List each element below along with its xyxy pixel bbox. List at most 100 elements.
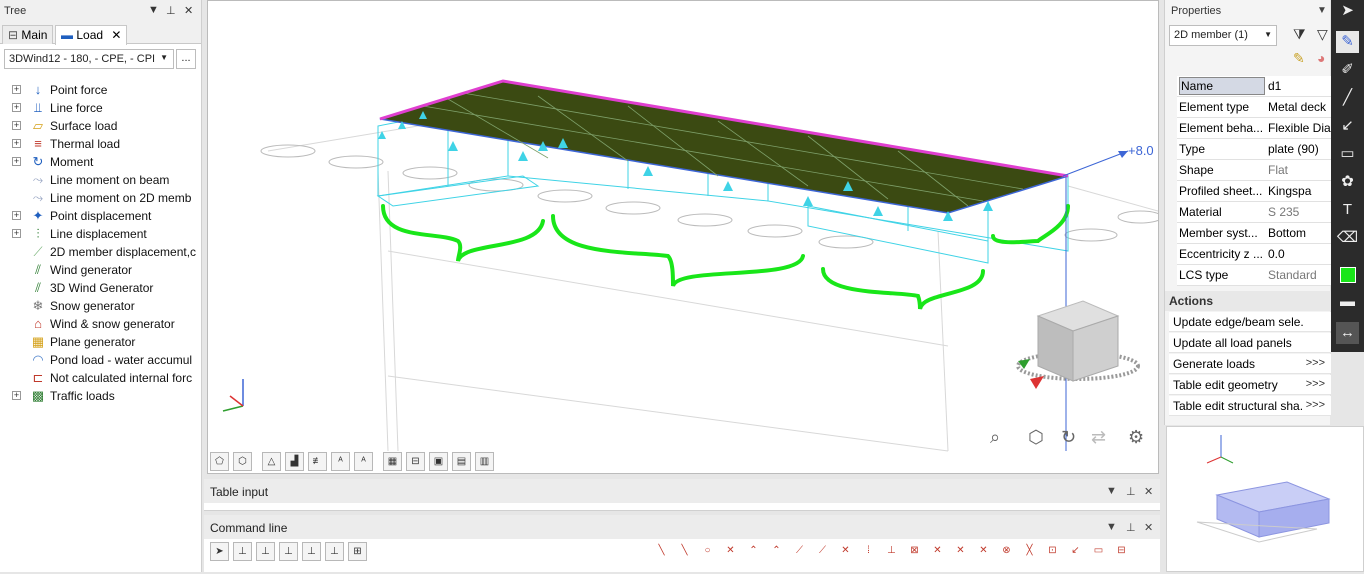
text-icon[interactable]: T (1336, 199, 1359, 221)
command-tool-icon[interactable]: ⌃ (744, 542, 763, 561)
zoom-icon[interactable]: ⌕ (990, 427, 1000, 448)
property-row[interactable]: LCS type Standard (1177, 265, 1331, 286)
command-tool-icon[interactable]: ⊗ (997, 542, 1016, 561)
tree-item[interactable]: + ▩ Traffic loads (0, 387, 200, 405)
property-row[interactable]: Member syst... Bottom (1177, 223, 1331, 244)
command-tool-icon[interactable]: ▭ (1089, 542, 1108, 561)
command-tool-icon[interactable]: ⊥ (882, 542, 901, 561)
property-value[interactable]: Standard (1268, 268, 1331, 282)
close-icon[interactable]: ✕ (1144, 485, 1153, 498)
property-value[interactable]: S 235 (1268, 205, 1331, 219)
expand-icon[interactable]: + (12, 103, 21, 112)
more-button[interactable]: ... (176, 49, 196, 69)
model-canvas[interactable]: +8.0 ⌕ ⬡ ↻ ⇄ ⚙ (208, 1, 1159, 474)
property-value[interactable]: Kingspa (1268, 184, 1331, 198)
funnel-icon[interactable]: ▽ (1317, 26, 1328, 43)
property-value[interactable]: Flat (1268, 163, 1331, 177)
eraser-icon[interactable]: ⌫ (1336, 227, 1359, 249)
property-value[interactable]: plate (90) (1268, 142, 1331, 156)
tab-close-icon[interactable]: ✕ (111, 28, 121, 42)
tree-item[interactable]: ⫽ 3D Wind Generator (0, 279, 200, 297)
pin-icon[interactable]: ⊥ (1126, 521, 1136, 534)
command-tool-icon[interactable]: ⟋ (790, 542, 809, 561)
expand-icon[interactable]: + (12, 139, 21, 148)
tree-item[interactable]: ▦ Plane generator (0, 333, 200, 351)
command-tool-icon[interactable]: ╳ (1020, 542, 1039, 561)
command-tool-icon[interactable]: ✕ (721, 542, 740, 561)
load-case-select[interactable]: 3DWind12 - 180, - CPE, - CPI ▼ (4, 49, 174, 69)
view-toolbar-icon[interactable]: ▦ (383, 452, 402, 471)
command-tool-icon[interactable]: ⊠ (905, 542, 924, 561)
command-tool-icon[interactable]: ✕ (951, 542, 970, 561)
filter-icon[interactable]: ⧩ (1293, 26, 1306, 43)
command-tool-icon[interactable]: ⁞ (859, 542, 878, 561)
expand-icon[interactable]: + (12, 85, 21, 94)
color-swatch[interactable] (1336, 264, 1359, 286)
action-item[interactable]: Table edit geometry >>> (1169, 375, 1331, 395)
property-row[interactable]: Eccentricity z ... 0.0 (1177, 244, 1331, 265)
command-tool-icon[interactable]: ○ (698, 542, 717, 561)
tree-item[interactable]: ⤳ Line moment on 2D memb (0, 189, 200, 207)
command-tool-icon[interactable]: ⊡ (1043, 542, 1062, 561)
command-tool-icon[interactable]: ⌃ (767, 542, 786, 561)
pen-icon[interactable]: ✎ (1336, 31, 1359, 53)
tree-item[interactable]: ⌂ Wind & snow generator (0, 315, 200, 333)
view-toolbar-icon[interactable]: ≢ (308, 452, 327, 471)
action-run-button[interactable]: >>> (1306, 399, 1325, 411)
property-value[interactable]: Flexible Diap (1268, 121, 1331, 135)
line-width-icon[interactable]: ▬ (1336, 291, 1359, 313)
tree-item[interactable]: + ✦ Point displacement (0, 207, 200, 225)
command-tool-icon[interactable]: ⟋ (813, 542, 832, 561)
expand-icon[interactable]: ↔ (1336, 322, 1359, 344)
property-row[interactable]: Element beha... Flexible Diap (1177, 118, 1331, 139)
settings-gear-icon[interactable]: ⚙ (1128, 427, 1144, 448)
property-row[interactable]: Shape Flat (1177, 160, 1331, 181)
rectangle-icon[interactable]: ▭ (1336, 143, 1359, 165)
command-tool-icon[interactable]: ✕ (974, 542, 993, 561)
pin-icon[interactable]: ⊥ (166, 4, 176, 17)
tree-item[interactable]: ⤳ Line moment on beam (0, 171, 200, 189)
command-tool-icon[interactable]: ⊞ (348, 542, 367, 561)
property-row[interactable]: Name d1 (1177, 76, 1331, 97)
action-item[interactable]: Update edge/beam sele... (1169, 312, 1331, 332)
close-icon[interactable]: ✕ (1144, 521, 1153, 534)
command-tool-icon[interactable]: ⊥ (256, 542, 275, 561)
brush-icon[interactable]: ✎ (1293, 50, 1305, 67)
property-row[interactable]: Material S 235 (1177, 202, 1331, 223)
command-tool-icon[interactable]: ✕ (928, 542, 947, 561)
model-preview[interactable] (1166, 426, 1364, 572)
action-item[interactable]: Update all load panels (1169, 333, 1331, 353)
tree-item[interactable]: + ↓ Point force (0, 81, 200, 99)
tree-item[interactable]: + ▱ Surface load (0, 117, 200, 135)
expand-icon[interactable]: + (12, 121, 21, 130)
dropdown-icon[interactable]: ▼ (1106, 485, 1117, 497)
marker-icon[interactable]: ✐ (1336, 59, 1359, 81)
dropdown-icon[interactable]: ▼ (1106, 521, 1117, 533)
view-toolbar-icon[interactable]: ▥ (475, 452, 494, 471)
property-value[interactable]: d1 (1268, 79, 1331, 93)
selection-select[interactable]: 2D member (1) ▼ (1169, 25, 1277, 46)
tree-item[interactable]: + ≡ Thermal load (0, 135, 200, 153)
tree-item[interactable]: ❄ Snow generator (0, 297, 200, 315)
command-tool-icon[interactable]: ⊟ (1112, 542, 1131, 561)
view-toolbar-icon[interactable]: ▟ (285, 452, 304, 471)
command-tool-icon[interactable]: ➤ (210, 542, 229, 561)
view-toolbar-icon[interactable]: ⬡ (233, 452, 252, 471)
tab-load[interactable]: ▬ Load ✕ (55, 25, 128, 45)
tree-item[interactable]: ⟋ 2D member displacement,c (0, 243, 200, 261)
rotate-icon[interactable]: ↻ (1061, 427, 1076, 448)
command-tool-icon[interactable]: ⊥ (279, 542, 298, 561)
close-icon[interactable]: ✕ (184, 4, 193, 17)
command-tool-icon[interactable]: ⊥ (325, 542, 344, 561)
tree-item[interactable]: + ↻ Moment (0, 153, 200, 171)
expand-icon[interactable]: + (12, 211, 21, 220)
view-toolbar-icon[interactable]: ▤ (452, 452, 471, 471)
view-toolbar-icon[interactable]: ᴬ (354, 452, 373, 471)
tree-item[interactable]: ⫽ Wind generator (0, 261, 200, 279)
action-run-button[interactable]: >>> (1306, 357, 1325, 369)
pan-icon[interactable]: ⇄ (1091, 427, 1106, 448)
property-row[interactable]: Type plate (90) (1177, 139, 1331, 160)
line-icon[interactable]: ╱ (1336, 87, 1359, 109)
command-tool-icon[interactable]: ⊥ (302, 542, 321, 561)
navigation-cube[interactable] (1016, 300, 1140, 389)
